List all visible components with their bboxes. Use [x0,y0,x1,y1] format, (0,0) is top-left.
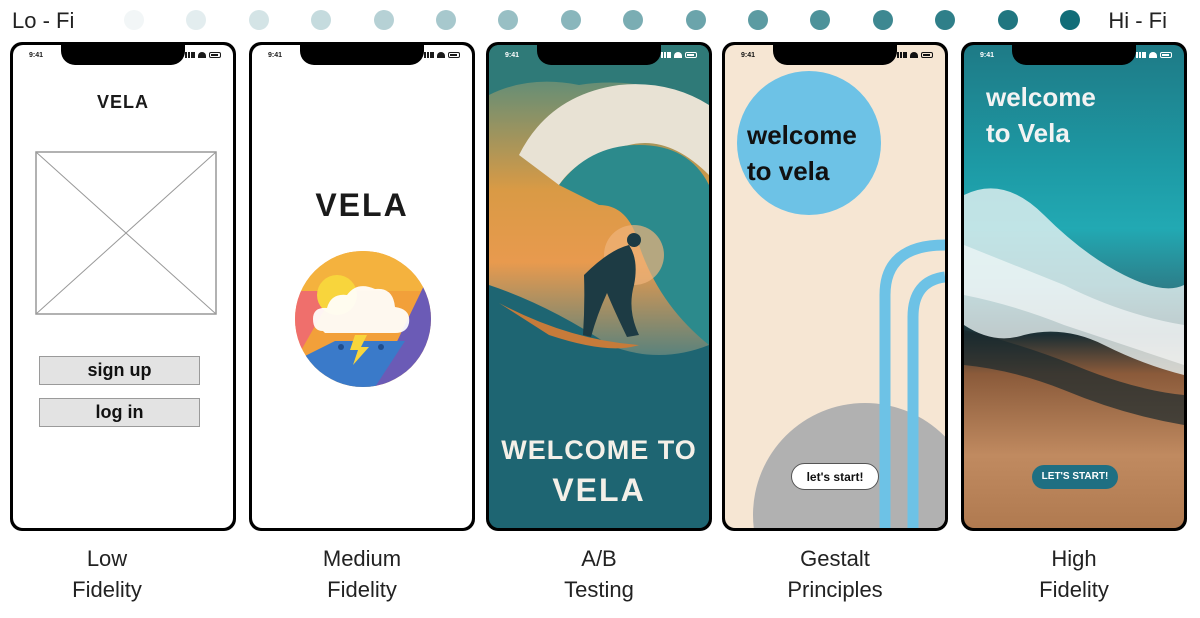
caption-line-2: Fidelity [1039,577,1109,602]
caption-line-2: Fidelity [327,577,397,602]
signal-icon [897,52,907,58]
wifi-icon [1149,52,1157,58]
status-icons [185,52,221,58]
caption-ab-testing: A/B Testing [486,543,712,605]
phone-medium-fidelity: 9:41 VELA [249,42,475,531]
wifi-icon [910,52,918,58]
headline-line-1: WELCOME TO [501,435,697,465]
scale-dot [311,10,332,30]
caption-gestalt-principles: Gestalt Principles [722,543,948,605]
wifi-icon [437,52,445,58]
scale-dot [872,10,893,30]
log-in-button[interactable]: log in [39,398,200,427]
sign-up-button[interactable]: sign up [39,356,200,385]
scale-dot [685,10,706,30]
phone-ab-testing: 9:41 WELCOME TO VELA [486,42,712,531]
app-title: VELA [96,92,149,112]
wifi-icon [198,52,206,58]
battery-icon [921,52,933,58]
status-icons [424,52,460,58]
phone-gestalt-principles: 9:41 welcome to vela let's start! [722,42,948,531]
scale-dot [1060,10,1080,30]
status-icons [661,52,697,58]
welcome-headline: WELCOME TO VELA [489,435,709,509]
scale-dot [997,10,1018,30]
phone-screen: 9:41 VELA sign up log in [13,45,233,528]
caption-line-1: A/B [581,546,617,571]
phone-screen: 9:41 VELA [252,45,472,528]
caption-line-1: High [1051,546,1097,571]
scale-dot [810,10,831,30]
battery-icon [1160,52,1172,58]
scale-dot [560,10,581,30]
phone-screen: 9:41 welcome to Vela LET'S START! [964,45,1184,528]
scale-dot [623,10,644,30]
phone-notch [1012,45,1136,65]
caption-line-2: Principles [787,577,883,602]
weather-storm-icon [295,251,431,387]
phone-screen: 9:41 welcome to vela let's start! [725,45,945,528]
status-icons [897,52,933,58]
signal-icon [185,52,195,58]
battery-icon [685,52,697,58]
scale-dot [748,10,768,30]
scale-dot [935,10,956,30]
battery-icon [209,52,221,58]
battery-icon [448,52,460,58]
phone-notch [61,45,185,65]
lo-fi-label: Lo - Fi [12,8,75,33]
caption-line-1: Low [86,546,128,571]
headline-line-1: welcome [747,120,857,150]
scale-dot [186,10,207,30]
status-time: 9:41 [29,52,44,59]
scale-dot [248,10,269,30]
phone-notch [773,45,897,65]
signal-icon [661,52,671,58]
phone-notch [300,45,424,65]
status-time: 9:41 [505,52,520,59]
scale-dot [436,10,456,30]
welcome-headline: welcome to vela [747,117,857,189]
caption-medium-fidelity: Medium Fidelity [249,543,475,605]
caption-line-2: Testing [564,577,634,602]
phone-low-fidelity: 9:41 VELA sign up log in [10,42,236,531]
image-placeholder-icon [35,151,217,315]
caption-line-2: Fidelity [72,577,142,602]
phone-high-fidelity: 9:41 welcome to Vela LET'S START! [961,42,1187,531]
headline-line-2: VELA [552,472,646,508]
signal-icon [424,52,434,58]
caption-low-fidelity: Low Fidelity [0,543,220,605]
app-title: VELA [315,187,409,223]
hi-fi-label: Hi - Fi [1108,8,1167,33]
lets-start-button[interactable]: LET'S START! [1032,465,1118,489]
scale-dot [373,10,394,30]
phone-screen: 9:41 WELCOME TO VELA [489,45,709,528]
lets-start-button[interactable]: let's start! [791,463,879,490]
welcome-headline: welcome to Vela [986,79,1096,151]
status-icons [1136,52,1172,58]
status-time: 9:41 [980,52,995,59]
caption-high-fidelity: High Fidelity [961,543,1187,605]
status-time: 9:41 [741,52,756,59]
wifi-icon [674,52,682,58]
scale-dot [124,10,144,30]
caption-line-1: Gestalt [800,546,870,571]
headline-line-1: welcome [986,82,1096,112]
phone-notch [537,45,661,65]
status-time: 9:41 [268,52,283,59]
signal-icon [1136,52,1146,58]
headline-line-2: to Vela [986,118,1070,148]
caption-line-1: Medium [322,546,402,571]
headline-line-2: to vela [747,156,830,186]
scale-dot [498,10,519,30]
